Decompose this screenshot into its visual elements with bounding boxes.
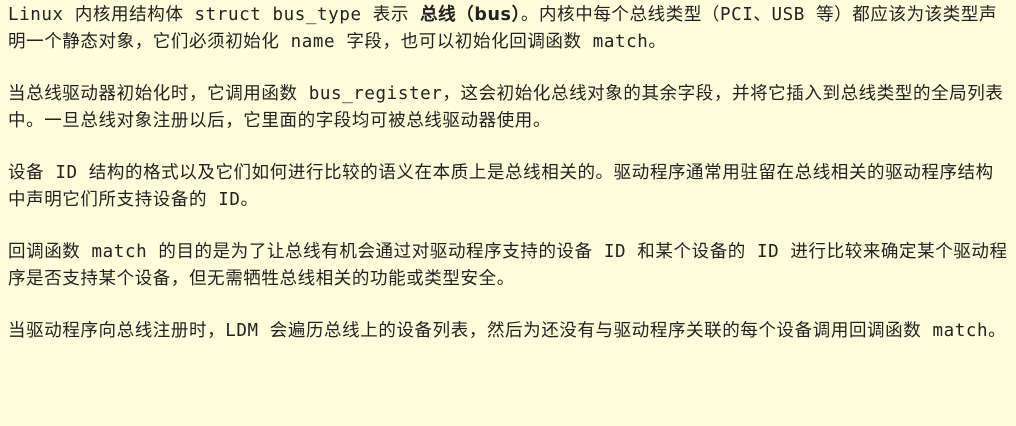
paragraph-bus-type: Linux 内核用结构体 struct bus_type 表示 总线（bus）。… <box>8 2 1008 56</box>
document-body: Linux 内核用结构体 struct bus_type 表示 总线（bus）。… <box>0 0 1016 426</box>
bus-term-bold: 总线（bus） <box>420 5 521 25</box>
paragraph-1-intro: Linux 内核用结构体 struct bus_type 表示 <box>8 5 421 25</box>
paragraph-match-callback: 回调函数 match 的目的是为了让总线有机会通过对驱动程序支持的设备 ID 和… <box>8 242 1008 289</box>
paragraph-driver-register: 当驱动程序向总线注册时，LDM 会遍历总线上的设备列表，然后为还没有与驱动程序关… <box>8 321 1007 341</box>
paragraph-bus-register: 当总线驱动器初始化时，它调用函数 bus_register，这会初始化总线对象的… <box>8 84 1004 131</box>
paragraph-device-id: 设备 ID 结构的格式以及它们如何进行比较的语义在本质上是总线相关的。驱动程序通… <box>8 163 994 210</box>
